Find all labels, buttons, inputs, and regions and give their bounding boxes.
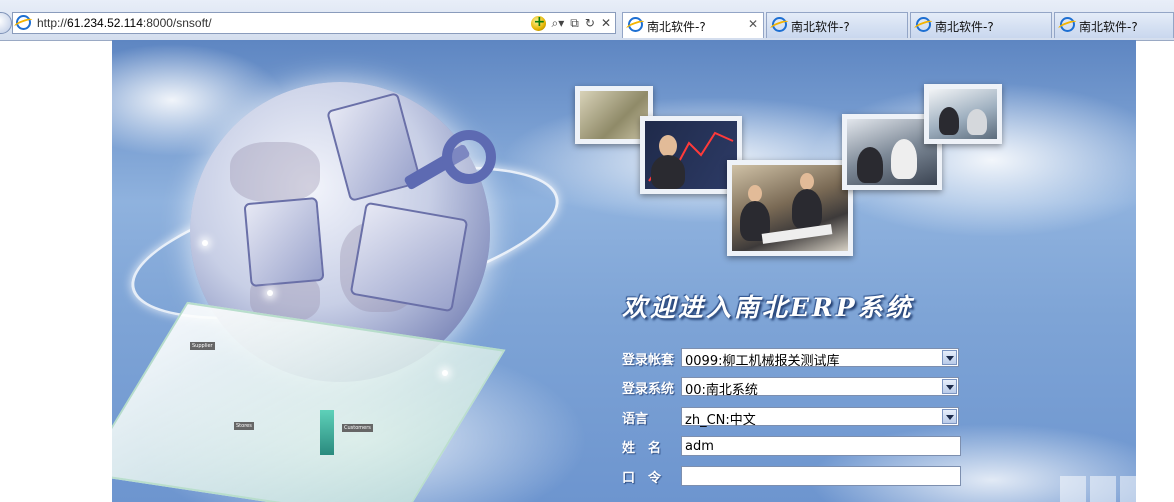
stores-node-label: Stores bbox=[234, 422, 254, 430]
username-label: 姓 名 bbox=[622, 441, 662, 456]
decorative-square bbox=[1060, 476, 1086, 502]
browser-toolbar: http://61.234.52.114:8000/snsoft/ ⌕▾ ⧉ ↻… bbox=[0, 0, 1174, 41]
back-button[interactable] bbox=[0, 12, 12, 34]
tab-2[interactable]: 南北软件-? bbox=[766, 12, 908, 38]
tab-label: 南北软件-? bbox=[647, 20, 706, 34]
language-label: 语言 bbox=[622, 412, 649, 427]
login-banner: Supplier Stores Customers 欢迎进入南北ERP系统 登录… bbox=[112, 40, 1136, 502]
business-meeting-photo bbox=[727, 160, 853, 256]
system-label: 登录系统 bbox=[622, 382, 675, 397]
account-set-label: 登录帐套 bbox=[622, 353, 675, 368]
chevron-down-icon[interactable] bbox=[942, 409, 957, 424]
ie-tab-icon bbox=[772, 17, 787, 32]
supplier-node-label: Supplier bbox=[190, 342, 215, 350]
language-select[interactable]: zh_CN:中文 bbox=[681, 407, 959, 428]
ie-tab-icon bbox=[628, 17, 643, 32]
refresh-icon[interactable]: ↻ bbox=[585, 14, 595, 32]
key-icon bbox=[442, 130, 496, 184]
ie-page-icon bbox=[16, 15, 31, 30]
welcome-title: 欢迎进入南北ERP系统 bbox=[622, 293, 914, 322]
chevron-down-icon[interactable] bbox=[942, 350, 957, 365]
address-url[interactable]: http://61.234.52.114:8000/snsoft/ bbox=[37, 16, 212, 30]
tab-label: 南北软件-? bbox=[1079, 20, 1138, 34]
close-tab-icon[interactable]: ✕ bbox=[748, 17, 758, 31]
compat-add-icon[interactable] bbox=[530, 13, 546, 31]
password-input[interactable] bbox=[681, 466, 961, 486]
tab-3[interactable]: 南北软件-? bbox=[910, 12, 1052, 38]
tab-4[interactable]: 南北软件-? bbox=[1054, 12, 1174, 38]
password-label: 口 令 bbox=[622, 471, 662, 486]
tab-1[interactable]: 南北软件-? ✕ bbox=[622, 12, 764, 38]
tower-building-image bbox=[320, 410, 334, 455]
ie-tab-icon bbox=[916, 17, 931, 32]
decorative-square bbox=[1120, 476, 1136, 502]
sparkle-decoration bbox=[442, 370, 448, 376]
puzzle-piece-image bbox=[349, 201, 469, 313]
decorative-square bbox=[1090, 476, 1116, 502]
system-select[interactable]: 00:南北系统 bbox=[681, 377, 959, 398]
sparkle-decoration bbox=[202, 240, 208, 246]
address-bar[interactable]: http://61.234.52.114:8000/snsoft/ ⌕▾ ⧉ ↻… bbox=[12, 12, 616, 34]
ie-tab-icon bbox=[1060, 17, 1075, 32]
account-set-select[interactable]: 0099:柳工机械报关测试库 bbox=[681, 348, 959, 369]
username-input[interactable] bbox=[681, 436, 961, 456]
customers-node-label: Customers bbox=[342, 424, 373, 432]
puzzle-piece-image bbox=[243, 196, 325, 288]
sparkle-decoration bbox=[267, 290, 273, 296]
tab-label: 南北软件-? bbox=[935, 20, 994, 34]
compat-view-icon[interactable]: ⧉ bbox=[570, 14, 579, 32]
search-icon[interactable]: ⌕▾ bbox=[552, 14, 565, 32]
chevron-down-icon[interactable] bbox=[942, 379, 957, 394]
office-photo bbox=[924, 84, 1002, 144]
tab-label: 南北软件-? bbox=[791, 20, 850, 34]
stop-icon[interactable]: ✕ bbox=[601, 14, 611, 32]
